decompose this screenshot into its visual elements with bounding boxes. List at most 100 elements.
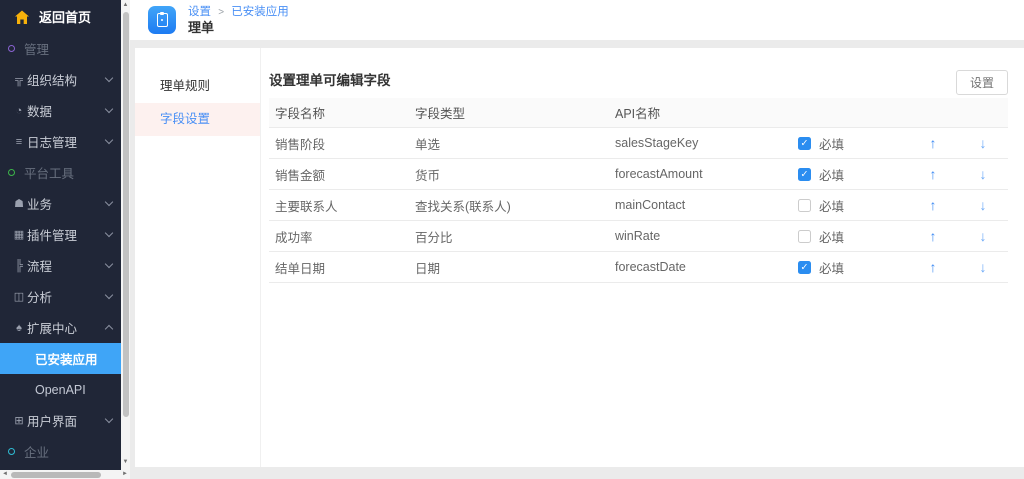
sidebar-item-label: 用户界面: [27, 411, 77, 430]
sidebar-item-label: 日志管理: [27, 132, 77, 151]
field-name: 主要联系人: [269, 196, 415, 215]
table-row: 结单日期日期forecastDate✓必填↑↓: [269, 252, 1008, 283]
column-header: 字段名称: [269, 103, 415, 122]
submenu-item-理单规则[interactable]: 理单规则: [135, 70, 260, 103]
sidebar-vertical-scrollbar[interactable]: ▲ ▼: [121, 0, 130, 470]
sidebar-item-label: 企业: [24, 442, 49, 461]
sidebar-item-流程[interactable]: ╠流程: [0, 250, 121, 281]
vertical-scrollbar-thumb[interactable]: [123, 12, 129, 417]
arrow-down-icon[interactable]: ↓: [958, 166, 1008, 182]
sidebar-item-label: 扩展中心: [27, 318, 77, 337]
field-name: 成功率: [269, 227, 415, 246]
section-dot-icon: [8, 45, 15, 52]
scroll-left-icon[interactable]: ◄: [0, 470, 10, 479]
log-icon: ≡: [12, 136, 26, 148]
fields-table: 字段名称字段类型API名称销售阶段单选salesStageKey✓必填↑↓销售金…: [269, 98, 1008, 283]
chevron-down-icon: [105, 198, 113, 206]
sidebar-item-管理: 管理: [0, 33, 121, 64]
required-cell: ✓ 必填: [798, 134, 908, 153]
arrow-up-icon[interactable]: ↑: [908, 228, 958, 244]
sidebar-horizontal-scrollbar[interactable]: ◄ ►: [0, 470, 130, 479]
sidebar-item-数据[interactable]: ◔数据: [0, 95, 121, 126]
arrow-up-icon[interactable]: ↑: [908, 166, 958, 182]
plugin-icon: ▦: [12, 228, 26, 241]
column-header: 字段类型: [415, 103, 615, 122]
required-checkbox[interactable]: ✓: [798, 168, 811, 181]
ui-icon: ⊞: [12, 414, 26, 427]
required-checkbox[interactable]: ✓: [798, 137, 811, 150]
required-label: 必填: [819, 165, 844, 184]
content-area: 设置 > 已安装应用 理单 理单规则字段设置 设置理单可编辑字段 设置 字段名称…: [130, 0, 1024, 479]
arrow-up-icon[interactable]: ↑: [908, 135, 958, 151]
settings-button[interactable]: 设置: [956, 70, 1008, 95]
column-header: API名称: [615, 103, 798, 122]
required-cell: ✓必填: [798, 227, 908, 246]
chevron-down-icon: [105, 229, 113, 237]
field-api-name: forecastAmount: [615, 167, 798, 181]
table-row: 销售金额货币forecastAmount✓必填↑↓: [269, 159, 1008, 190]
sidebar-item-label: 流程: [27, 256, 52, 275]
sidebar-item-label: 管理: [24, 39, 49, 58]
arrow-up-icon[interactable]: ↑: [908, 259, 958, 275]
arrow-down-icon[interactable]: ↓: [958, 259, 1008, 275]
table-header-row: 字段名称字段类型API名称: [269, 98, 1008, 128]
clipboard-app-icon: [148, 6, 176, 34]
sidebar-item-label: 组织结构: [27, 70, 77, 89]
sidebar-item-已安装应用[interactable]: 已安装应用: [0, 343, 121, 374]
data-icon: ◔: [12, 105, 26, 117]
org-icon: ╦: [12, 74, 26, 86]
sidebar-item-组织结构[interactable]: ╦组织结构: [0, 64, 121, 95]
sidebar-item-OpenAPI[interactable]: OpenAPI: [0, 374, 121, 405]
required-checkbox[interactable]: ✓: [798, 261, 811, 274]
secondary-menu: 理单规则字段设置: [135, 48, 261, 467]
chevron-down-icon: [105, 74, 113, 82]
arrow-down-icon[interactable]: ↓: [958, 228, 1008, 244]
field-api-name: winRate: [615, 229, 798, 243]
sidebar-item-扩展中心[interactable]: ♠扩展中心: [0, 312, 121, 343]
arrow-down-icon[interactable]: ↓: [958, 197, 1008, 213]
arrow-down-icon[interactable]: ↓: [958, 135, 1008, 151]
scroll-down-icon[interactable]: ▼: [121, 457, 130, 468]
sidebar-home-label: 返回首页: [39, 7, 91, 26]
sidebar-item-用户界面[interactable]: ⊞用户界面: [0, 405, 121, 436]
chevron-down-icon: [105, 105, 113, 113]
field-settings-content: 设置理单可编辑字段 设置 字段名称字段类型API名称销售阶段单选salesSta…: [261, 48, 1024, 467]
field-type: 单选: [415, 134, 615, 153]
field-name: 销售金额: [269, 165, 415, 184]
sidebar-item-home[interactable]: 返回首页: [0, 0, 121, 33]
field-api-name: mainContact: [615, 198, 798, 212]
required-checkbox[interactable]: ✓: [798, 199, 811, 212]
scroll-up-icon[interactable]: ▲: [121, 0, 130, 11]
field-type: 日期: [415, 258, 615, 277]
required-checkbox[interactable]: ✓: [798, 230, 811, 243]
chevron-down-icon: [105, 415, 113, 423]
required-label: 必填: [819, 196, 844, 215]
required-cell: ✓ 必填: [798, 258, 908, 277]
chevron-up-icon: [105, 325, 113, 333]
required-label: 必填: [819, 258, 844, 277]
field-api-name: salesStageKey: [615, 136, 798, 150]
field-type: 查找关系(联系人): [415, 196, 615, 215]
analysis-icon: ◫: [12, 290, 26, 303]
sidebar-item-label: 业务: [27, 194, 52, 213]
submenu-item-字段设置[interactable]: 字段设置: [135, 103, 260, 136]
breadcrumb-settings[interactable]: 设置: [188, 6, 211, 18]
breadcrumb-installed-apps[interactable]: 已安装应用: [231, 6, 289, 18]
sidebar-item-日志管理[interactable]: ≡日志管理: [0, 126, 121, 157]
arrow-up-icon[interactable]: ↑: [908, 197, 958, 213]
chevron-down-icon: [105, 260, 113, 268]
sidebar-item-分析[interactable]: ◫分析: [0, 281, 121, 312]
horizontal-scrollbar-thumb[interactable]: [11, 472, 101, 478]
sidebar: 返回首页 管理╦组织结构◔数据≡日志管理平台工具☗业务▦插件管理╠流程◫分析♠扩…: [0, 0, 121, 479]
app-window: 返回首页 管理╦组织结构◔数据≡日志管理平台工具☗业务▦插件管理╠流程◫分析♠扩…: [0, 0, 1024, 479]
section-dot-icon: [8, 448, 15, 455]
field-api-name: forecastDate: [615, 260, 798, 274]
required-label: 必填: [819, 134, 844, 153]
sidebar-item-插件管理[interactable]: ▦插件管理: [0, 219, 121, 250]
main-panel: 理单规则字段设置 设置理单可编辑字段 设置 字段名称字段类型API名称销售阶段单…: [135, 48, 1024, 467]
page-header: 设置 > 已安装应用 理单: [130, 0, 1024, 40]
sidebar-item-业务[interactable]: ☗业务: [0, 188, 121, 219]
scroll-right-icon[interactable]: ►: [120, 470, 130, 479]
page-title: 理单: [188, 20, 289, 36]
sidebar-item-label: 已安装应用: [35, 349, 98, 368]
